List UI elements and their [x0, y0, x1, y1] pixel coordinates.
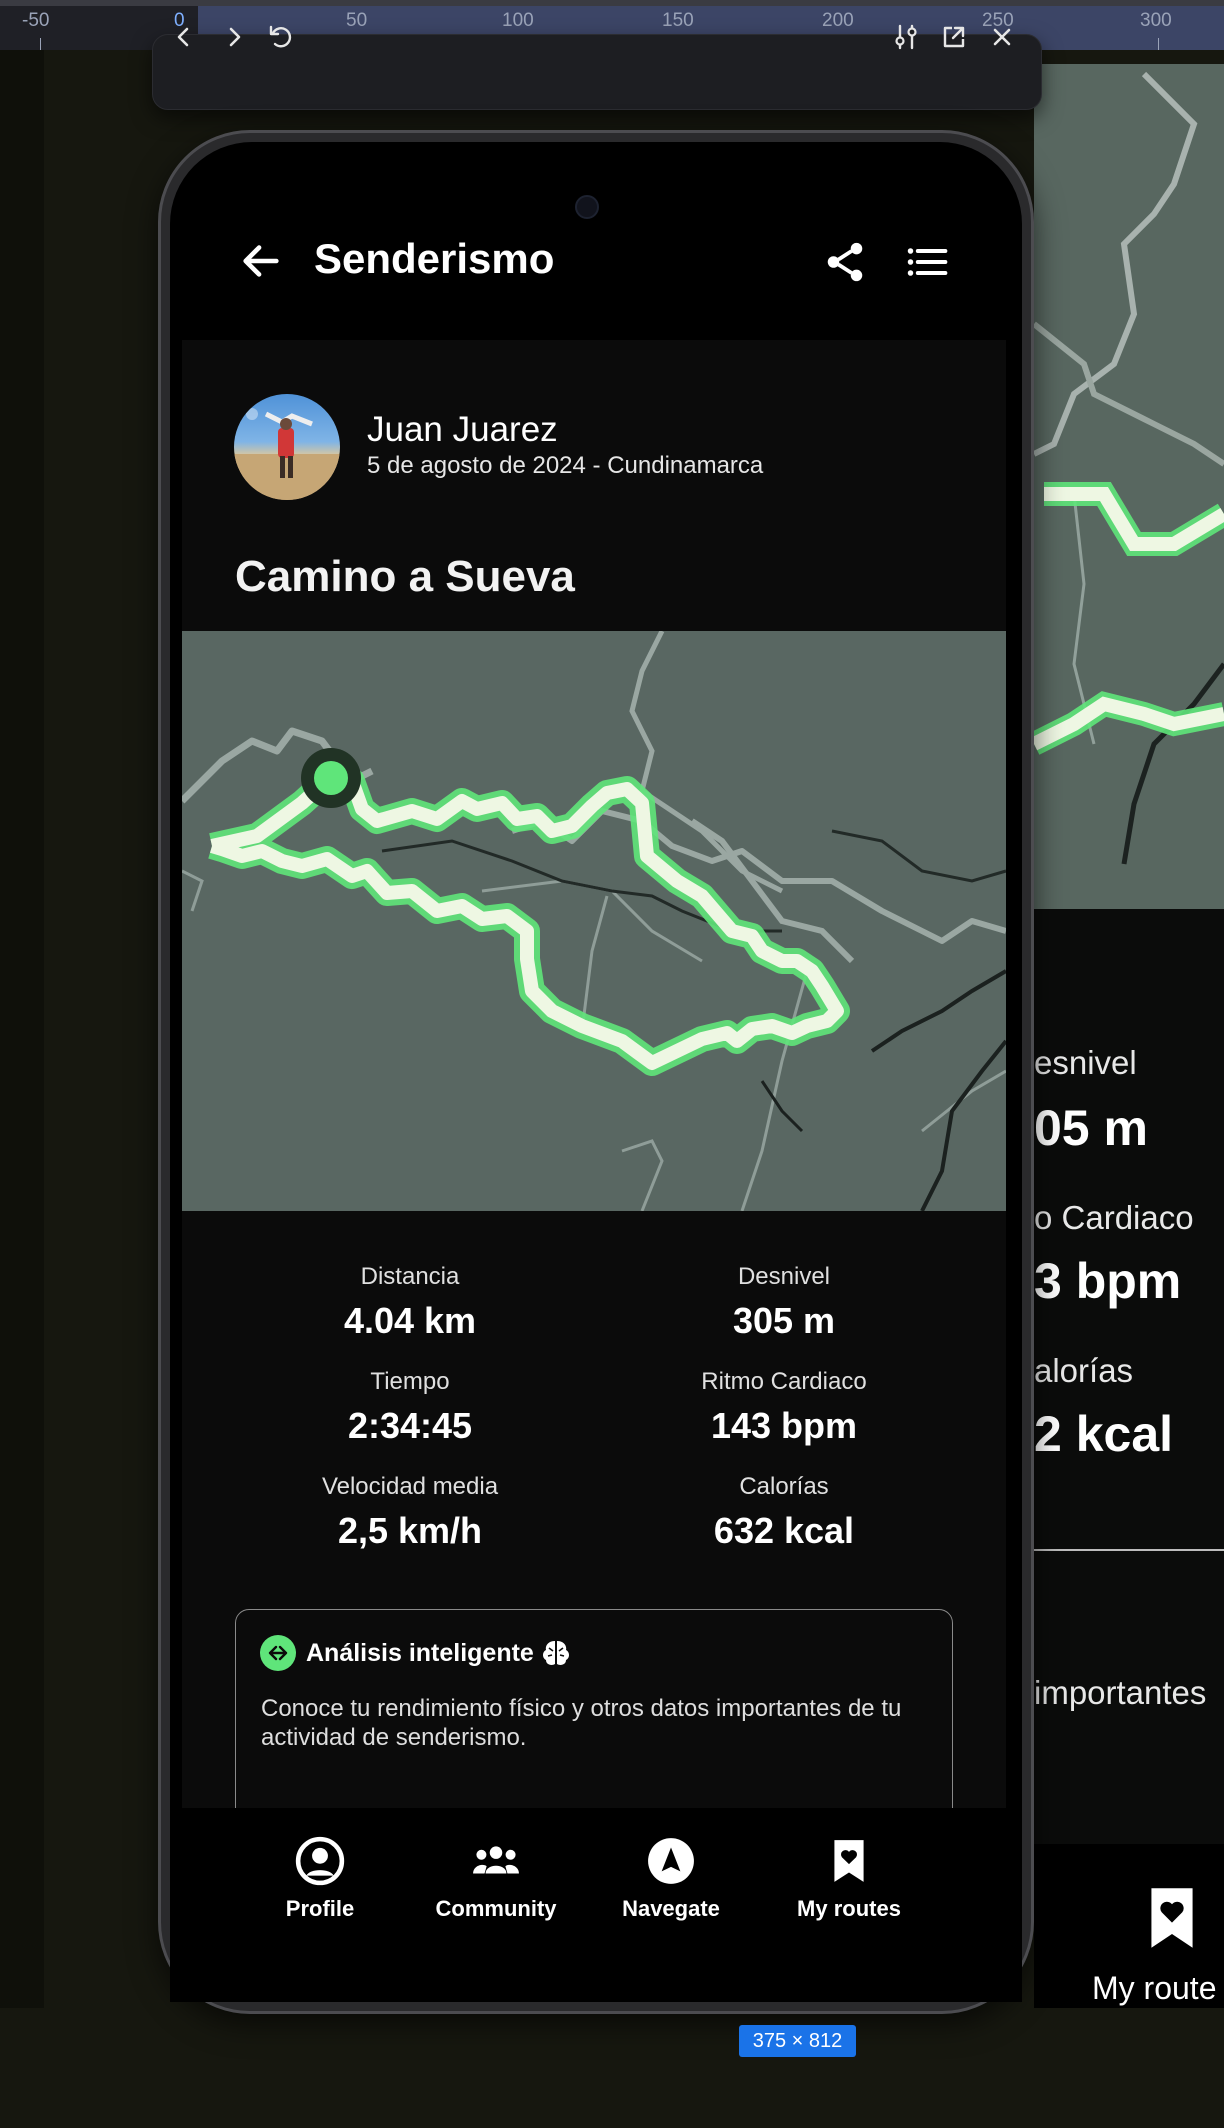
arrow-left-icon[interactable]	[238, 238, 284, 284]
ruler-tick	[1158, 38, 1159, 50]
ruler-label: 100	[502, 10, 534, 31]
popout-button[interactable]	[934, 17, 974, 57]
reload-button[interactable]	[260, 17, 300, 57]
front-camera	[575, 195, 599, 219]
route-map[interactable]	[182, 631, 1006, 1211]
bg-text: alorías	[1034, 1352, 1134, 1389]
analysis-title: Análisis inteligente	[306, 1639, 534, 1667]
stat-value-elevation: 305 m	[732, 1300, 836, 1341]
bg-text: esnivel	[1034, 1044, 1137, 1081]
stat-label-calories: Calorías	[739, 1473, 829, 1500]
ruler-label: -50	[22, 10, 50, 31]
background-map	[1034, 64, 1224, 909]
route-map-graphic	[182, 631, 1006, 1211]
avatar-photo	[234, 408, 340, 500]
stat-label-speed: Velocidad media	[321, 1473, 499, 1500]
bookmark-heart-icon	[834, 1840, 864, 1882]
analysis-description: Conoce tu rendimiento físico y otros dat…	[261, 1695, 902, 1751]
ruler-tick	[40, 38, 41, 50]
ruler-label: 150	[662, 10, 694, 31]
stat-value-heart-rate: 143 bpm	[710, 1405, 858, 1446]
bookmark-heart-icon	[1151, 1888, 1193, 1948]
nav-item-my-routes[interactable]: My routes	[774, 1836, 924, 1922]
nav-label: Navegate	[622, 1896, 720, 1921]
stat-label-time: Tiempo	[370, 1368, 450, 1395]
stat-value-calories: 632 kcal	[713, 1510, 855, 1551]
bg-text: importantes	[1034, 1674, 1207, 1711]
ruler-label: 50	[346, 10, 368, 31]
brain-icon	[543, 1641, 569, 1665]
external-link-icon	[943, 26, 965, 48]
activity-date-location: 5 de agosto de 2024 - Cundinamarca	[367, 452, 764, 479]
background-map-lines	[1034, 71, 1224, 865]
bg-text: My route	[1092, 1970, 1217, 2006]
stat-label-heart-rate: Ritmo Cardiaco	[701, 1368, 867, 1395]
bg-text: 3 bpm	[1034, 1253, 1182, 1309]
ruler-label: 300	[1140, 10, 1172, 31]
settings-button[interactable]	[886, 17, 926, 57]
nav-label: Community	[435, 1896, 557, 1921]
background-stats: esnivel 05 m o Cardiaco 3 bpm alorías 2 …	[1034, 909, 1224, 1844]
device-size-badge: 375 × 812	[739, 2025, 856, 2057]
bg-text: 05 m	[1034, 1100, 1148, 1156]
bg-divider	[1034, 1549, 1224, 1551]
page-title: Senderismo	[314, 235, 555, 282]
nav-item-navigate[interactable]: Navegate	[596, 1836, 746, 1922]
forward-button[interactable]	[214, 17, 254, 57]
route-title: Camino a Sueva	[235, 552, 575, 601]
navigation-icon	[648, 1838, 694, 1884]
stat-label-distance: Distancia	[360, 1263, 460, 1290]
nav-item-community[interactable]: Community	[421, 1836, 571, 1922]
user-name[interactable]: Juan Juarez	[367, 410, 558, 450]
avatar[interactable]	[234, 394, 340, 500]
nav-label: Profile	[285, 1896, 355, 1921]
chevron-left-icon	[177, 27, 189, 47]
close-button[interactable]	[982, 17, 1022, 57]
chevron-right-icon	[229, 27, 241, 47]
bg-text: o Cardiaco	[1034, 1199, 1194, 1236]
sliders-icon	[895, 24, 917, 50]
stat-value-speed: 2,5 km/h	[337, 1510, 483, 1551]
ruler-label: 200	[822, 10, 854, 31]
stat-label-elevation: Desnivel	[737, 1263, 831, 1290]
share-icon[interactable]	[822, 238, 868, 286]
user-circle-icon	[295, 1836, 345, 1886]
background-nav: My route	[1034, 1844, 1224, 2008]
background-app-preview: esnivel 05 m o Cardiaco 3 bpm alorías 2 …	[1034, 64, 1224, 2008]
stat-value-distance: 4.04 km	[343, 1300, 477, 1341]
stat-value-time: 2:34:45	[347, 1405, 473, 1446]
list-icon[interactable]	[904, 240, 950, 284]
back-button[interactable]	[164, 17, 204, 57]
left-panel	[0, 50, 44, 2008]
start-marker	[314, 761, 348, 795]
nav-label: My routes	[797, 1896, 901, 1921]
ai-sparkle-icon	[260, 1635, 296, 1671]
close-icon	[993, 28, 1011, 46]
users-icon	[473, 1846, 519, 1874]
nav-item-profile[interactable]: Profile	[245, 1836, 395, 1922]
bg-text: 2 kcal	[1034, 1406, 1174, 1462]
rotate-ccw-icon	[269, 25, 292, 48]
